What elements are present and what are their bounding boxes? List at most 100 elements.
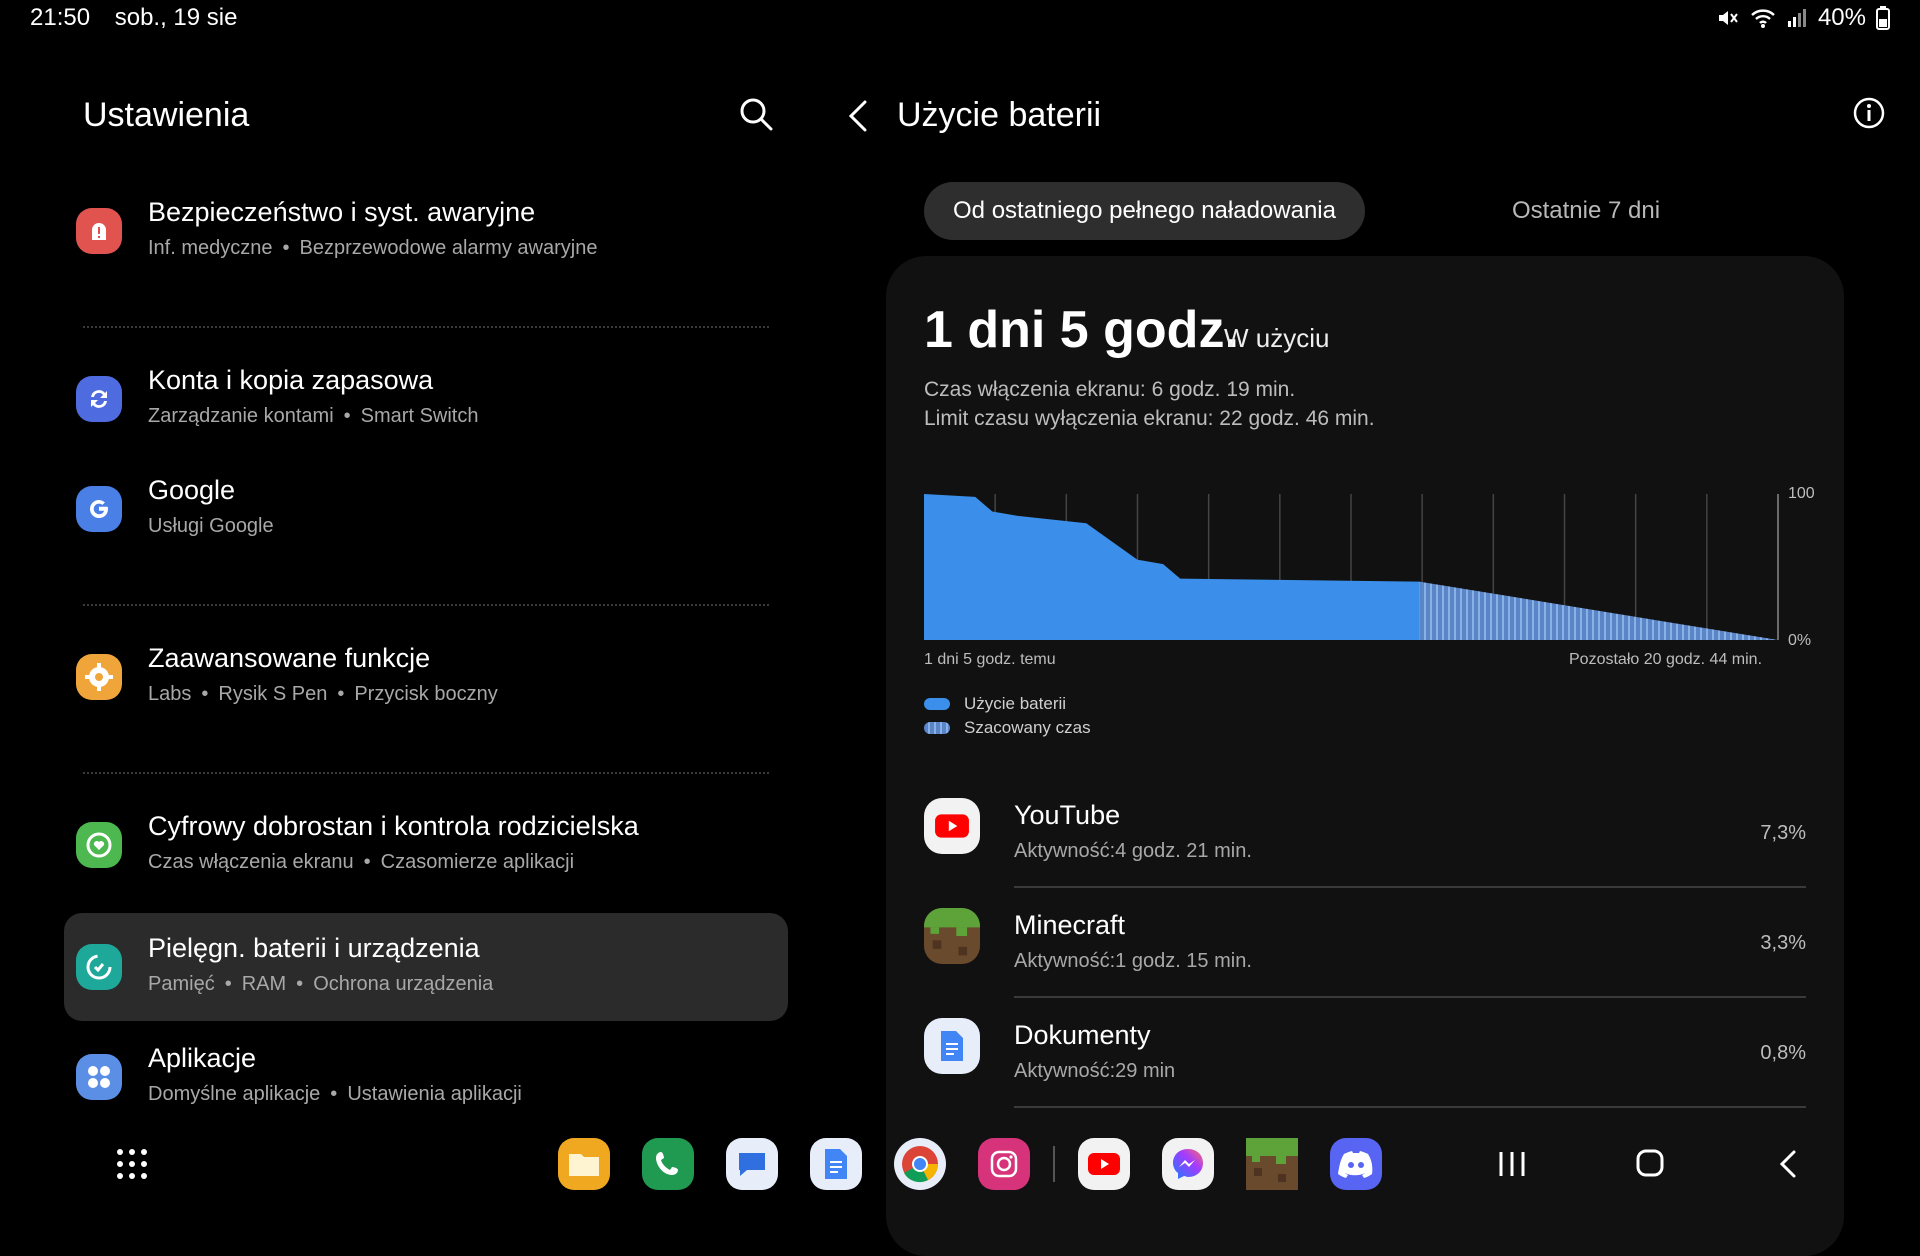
battery-usage-title: Użycie baterii: [897, 96, 1102, 134]
info-icon[interactable]: [1852, 96, 1886, 130]
usage-duration: 1 dni 5 godz.: [924, 301, 1239, 359]
settings-item-sub: Usługi Google: [148, 515, 274, 537]
status-time: 21:50: [30, 4, 91, 31]
settings-item-3[interactable]: Zaawansowane funkcje Labs • Rysik S Pen • Prz…: [64, 623, 788, 731]
minecraft-icon[interactable]: [1246, 1138, 1298, 1190]
status-bar-right: 40%: [1716, 4, 1890, 32]
discord-icon[interactable]: [1330, 1138, 1382, 1190]
legend-usage-label: Użycie baterii: [964, 694, 1067, 713]
settings-item-2[interactable]: Google Usługi Google: [64, 455, 788, 563]
settings-item-title: Aplikacje: [148, 1043, 257, 1073]
settings-item-subtitle: Domyślne aplikacje • Ustawienia aplikacji: [148, 1083, 522, 1106]
legend-usage: Użycie baterii: [924, 694, 1066, 714]
messenger-icon[interactable]: [1162, 1138, 1214, 1190]
settings-item-1[interactable]: Konta i kopia zapasowa Zarządzanie kontam…: [64, 345, 788, 453]
settings-item-subtitle: Labs • Rysik S Pen • Przycisk boczny: [148, 683, 498, 706]
docs-icon: [924, 1018, 980, 1074]
phone-icon[interactable]: [642, 1138, 694, 1190]
separator-dot: •: [343, 405, 351, 427]
apps-icon: [76, 1054, 122, 1100]
app-percent: 7,3%: [1760, 822, 1806, 844]
settings-item-4[interactable]: Cyfrowy dobrostan i kontrola rodzicielsk…: [64, 791, 788, 899]
legend-usage-swatch: [924, 698, 950, 710]
estimate-area: [1419, 581, 1778, 640]
battery-icon: [1876, 6, 1890, 30]
separator-dot: •: [296, 973, 304, 995]
wifi-icon: [1751, 9, 1775, 28]
page-title: Ustawienia: [83, 96, 250, 134]
legend-estimate-swatch: [924, 722, 950, 734]
separator-dot: •: [201, 683, 209, 705]
settings-item-subtitle: Pamięć • RAM • Ochrona urządzenia: [148, 973, 493, 996]
settings-item-subtitle: Czas włączenia ekranu • Czasomierze aplika…: [148, 851, 574, 874]
files-icon[interactable]: [558, 1138, 610, 1190]
app-name: Dokumenty: [1014, 1020, 1151, 1050]
dock-divider: [1053, 1146, 1055, 1182]
settings-item-sub: Rysik S Pen: [218, 683, 328, 705]
legend-estimate: Szacowany czas: [924, 718, 1091, 738]
settings-item-5[interactable]: Pielęgn. baterii i urządzenia Pamięć • RAM •…: [64, 913, 788, 1021]
settings-item-title: Pielęgn. baterii i urządzenia: [148, 933, 480, 963]
settings-item-title: Bezpieczeństwo i syst. awaryjne: [148, 197, 536, 227]
messages-icon[interactable]: [726, 1138, 778, 1190]
legend-estimate-label: Szacowany czas: [964, 718, 1091, 737]
usage-label: W użyciu: [1224, 323, 1330, 353]
app-usage-row[interactable]: Dokumenty Aktywność:29 min 0,8%: [924, 1000, 1806, 1110]
status-bar-left: 21:50 sob., 19 sie: [30, 4, 255, 32]
settings-item-0[interactable]: Bezpieczeństwo i syst. awaryjne Inf. medy…: [64, 177, 788, 285]
screen-off-time: Limit czasu wyłączenia ekranu: 22 godz. …: [924, 407, 1375, 430]
app-usage-row[interactable]: YouTube Aktywność:4 godz. 21 min. 7,3%: [924, 780, 1806, 890]
settings-item-sub: RAM: [241, 973, 287, 995]
youtube-icon[interactable]: [1078, 1138, 1130, 1190]
settings-item-title: Google: [148, 475, 236, 505]
minecraft-icon: [924, 908, 980, 964]
screen-on-time: Czas włączenia ekranu: 6 godz. 19 min.: [924, 378, 1296, 401]
section-divider: [83, 604, 769, 606]
settings-item-6[interactable]: Aplikacje Domyślne aplikacje • Ustawienia a…: [64, 1023, 788, 1131]
app-usage-row[interactable]: Minecraft Aktywność:1 godz. 15 min. 3,3%: [924, 890, 1806, 1000]
section-divider: [83, 772, 769, 774]
app-drawer-icon[interactable]: [112, 1146, 152, 1182]
settings-item-title: Zaawansowane funkcje: [148, 643, 431, 673]
signal-icon: [1787, 9, 1806, 27]
gear-plus-icon: [76, 654, 122, 700]
app-percent: 3,3%: [1760, 932, 1806, 954]
battery-chart: 100 0%: [924, 485, 1815, 649]
settings-item-sub: Smart Switch: [360, 405, 479, 427]
app-name: Minecraft: [1014, 910, 1126, 940]
separator-dot: •: [337, 683, 345, 705]
back-icon[interactable]: [1768, 1146, 1808, 1182]
app-percent: 0,8%: [1760, 1042, 1806, 1064]
app-activity: Aktywność:4 godz. 21 min.: [1014, 840, 1252, 862]
settings-item-sub: Zarządzanie kontami: [148, 405, 334, 427]
settings-item-sub: Bezprzewodowe alarmy awaryjne: [299, 237, 598, 259]
settings-item-title: Konta i kopia zapasowa: [148, 365, 434, 395]
settings-item-title: Cyfrowy dobrostan i kontrola rodzicielsk…: [148, 811, 639, 841]
section-divider: [83, 326, 769, 328]
home-icon[interactable]: [1630, 1146, 1670, 1182]
settings-item-sub: Ochrona urządzenia: [313, 973, 494, 995]
tab-last-7-days[interactable]: Ostatnie 7 dni: [1446, 182, 1726, 240]
chrome-icon[interactable]: [894, 1138, 946, 1190]
wellbeing-icon: [76, 822, 122, 868]
settings-item-subtitle: Inf. medyczne • Bezprzewodowe alarmy awary…: [148, 237, 597, 260]
settings-item-sub: Ustawienia aplikacji: [347, 1083, 522, 1105]
mute-icon: [1718, 11, 1738, 25]
tab-since-full-charge[interactable]: Od ostatniego pełnego naładowania: [924, 182, 1365, 240]
chart-start-label: 1 dni 5 godz. temu: [924, 651, 1056, 668]
settings-item-sub: Domyślne aplikacje: [148, 1083, 321, 1105]
docs-icon[interactable]: [810, 1138, 862, 1190]
recents-icon[interactable]: [1492, 1146, 1532, 1182]
emergency-icon: [76, 208, 122, 254]
instagram-icon[interactable]: [978, 1138, 1030, 1190]
google-icon: [76, 486, 122, 532]
sync-icon: [76, 376, 122, 422]
settings-item-sub: Pamięć: [148, 973, 215, 995]
separator-dot: •: [282, 237, 290, 259]
settings-item-sub: Inf. medyczne: [148, 237, 273, 259]
back-arrow-icon[interactable]: [843, 98, 873, 134]
search-icon[interactable]: [738, 96, 774, 132]
separator-dot: •: [363, 851, 371, 873]
row-divider: [1014, 886, 1806, 888]
settings-item-sub: Czasomierze aplikacji: [380, 851, 575, 873]
